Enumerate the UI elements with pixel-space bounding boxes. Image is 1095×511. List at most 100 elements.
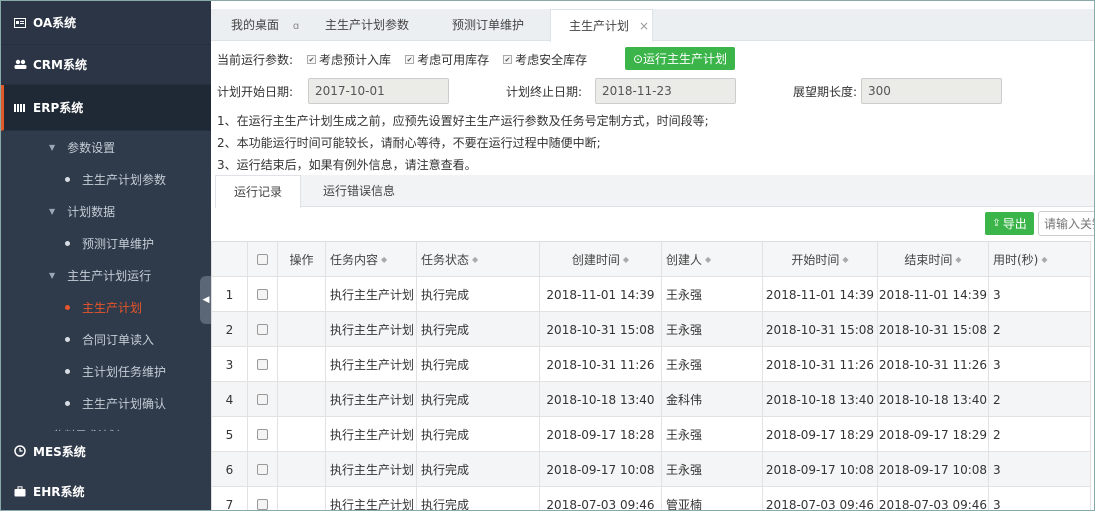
row-checkbox[interactable] — [248, 277, 278, 312]
note-line: 2、本功能运行时间可能较长，请耐心等待，不要在运行过程中随便中断; — [217, 136, 601, 150]
sidebar-item-label: MES系统 — [33, 444, 86, 459]
cell-status: 执行完成 — [417, 452, 540, 487]
table-row[interactable]: 4 执行主生产计划 执行完成 2018-10-18 13:40 金科伟 2018-10-1… — [212, 382, 1091, 417]
cell-creator: 王永强 — [662, 452, 763, 487]
table-row[interactable]: 5 执行主生产计划 执行完成 2018-09-17 18:28 王永强 2018-09-1… — [212, 417, 1091, 452]
bullet-icon — [65, 336, 70, 342]
table-row[interactable]: 1 执行主生产计划 执行完成 2018-11-01 14:39 王永强 2018-11-0… — [212, 277, 1091, 312]
sidebar-item-master-task[interactable]: 主计划任务维护 — [1, 355, 211, 387]
checkbox-safety-stock[interactable]: ✔ 考虑安全库存 — [503, 51, 587, 68]
horizon-field[interactable]: 300 — [861, 78, 1002, 104]
bullet-icon — [65, 240, 70, 246]
header-duration[interactable]: 用时(秒) ◆ — [989, 242, 1091, 277]
tab-bar: 我的桌面 ɑ 主生产计划参数 预测订单维护 主生产计划 × — [211, 9, 1094, 42]
refresh-icon[interactable]: ɑ — [293, 21, 299, 32]
row-checkbox[interactable] — [248, 417, 278, 452]
table-row[interactable]: 2 执行主生产计划 执行完成 2018-10-31 15:08 王永强 2018-10-3… — [212, 312, 1091, 347]
tab-mps[interactable]: 主生产计划 × — [550, 9, 653, 42]
bullet-icon — [65, 400, 70, 406]
sidebar-item-ehr[interactable]: EHR系统 — [1, 471, 211, 510]
run-log-table: 操作 任务内容 ◆ 任务状态 ◆ 创建时间 ◆ 创建人 ◆ 开始时间 ◆ 结束时间 ◆ 用时… — [211, 241, 1091, 510]
row-checkbox[interactable] — [248, 347, 278, 382]
checkbox-icon — [257, 394, 268, 405]
table-row[interactable]: 7 执行主生产计划 执行完成 2018-07-03 09:46 管亚楠 2018-07-0… — [212, 487, 1091, 510]
sidebar-item-mps[interactable]: 主生产计划 — [1, 291, 211, 323]
tab-label: 我的桌面 — [231, 18, 280, 32]
checkbox-icon — [257, 289, 268, 300]
sidebar-item-label: 主生产计划参数 — [82, 172, 167, 187]
sidebar-item-crm[interactable]: CRM系统 — [1, 45, 211, 85]
header-created[interactable]: 创建时间 ◆ — [540, 242, 662, 277]
tab-my-desktop[interactable]: 我的桌面 ɑ — [231, 9, 299, 41]
sidebar-item-oa[interactable]: OA系统 — [1, 1, 211, 45]
select-all-checkbox[interactable] — [248, 242, 278, 277]
row-checkbox[interactable] — [248, 312, 278, 347]
cell-created: 2018-09-17 18:28 — [540, 417, 662, 452]
clock-icon — [13, 445, 27, 457]
sidebar-item-erp[interactable]: ERP系统 — [1, 85, 211, 131]
tab-mps-params[interactable]: 主生产计划参数 — [325, 9, 409, 41]
cell-creator: 王永强 — [662, 277, 763, 312]
cell-created: 2018-10-31 11:26 — [540, 347, 662, 382]
checkbox-available-stock[interactable]: ✔ 考虑可用库存 — [405, 51, 489, 68]
export-button[interactable]: ⇪ 导出 — [985, 212, 1034, 235]
row-operation — [278, 417, 326, 452]
cell-content: 执行主生产计划 — [326, 347, 417, 382]
cell-start: 2018-10-18 13:40 — [763, 382, 878, 417]
row-checkbox[interactable] — [248, 487, 278, 510]
search-input[interactable] — [1038, 211, 1094, 236]
header-content[interactable]: 任务内容 ◆ — [326, 242, 417, 277]
sidebar-group-mps-run[interactable]: ▼ 主生产计划运行 — [1, 259, 211, 291]
sidebar-item-mes[interactable]: MES系统 — [1, 431, 211, 471]
bullet-icon — [65, 368, 70, 374]
table-row[interactable]: 6 执行主生产计划 执行完成 2018-09-17 10:08 王永强 2018-09-1… — [212, 452, 1091, 487]
cell-duration: 3 — [989, 277, 1091, 312]
checkbox-icon — [257, 429, 268, 440]
cell-start: 2018-09-17 10:08 — [763, 452, 878, 487]
row-number-header — [212, 242, 248, 277]
sidebar-item-label: 主生产计划 — [82, 300, 143, 315]
row-checkbox[interactable] — [248, 382, 278, 417]
sidebar-item-mps-params[interactable]: 主生产计划参数 — [1, 163, 211, 195]
cell-duration: 3 — [989, 452, 1091, 487]
cell-status: 执行完成 — [417, 277, 540, 312]
cell-start: 2018-10-31 11:26 — [763, 347, 878, 382]
header-end[interactable]: 结束时间 ◆ — [878, 242, 989, 277]
sidebar: OA系统 CRM系统 ERP系统 ▼ 参数设置 主生产计划参数 ▼ 计划数据 预测订… — [1, 1, 211, 510]
checkbox-label: 考虑可用库存 — [417, 52, 490, 67]
cell-status: 执行完成 — [417, 347, 540, 382]
bullet-icon — [65, 176, 70, 182]
header-start[interactable]: 开始时间 ◆ — [763, 242, 878, 277]
header-status[interactable]: 任务状态 ◆ — [417, 242, 540, 277]
sort-icon: ◆ — [1041, 255, 1048, 264]
cell-duration: 2 — [989, 382, 1091, 417]
end-date-label: 计划终止日期: — [506, 84, 583, 99]
sidebar-item-mps-confirm[interactable]: 主生产计划确认 — [1, 387, 211, 419]
cell-end: 2018-09-17 10:08 — [878, 452, 989, 487]
sidebar-item-forecast-orders[interactable]: 预测订单维护 — [1, 227, 211, 259]
checkbox-expected-receipts[interactable]: ✔ 考虑预计入库 — [307, 51, 391, 68]
end-date-field[interactable]: 2018-11-23 — [595, 78, 736, 104]
tab-run-log[interactable]: 运行记录 — [215, 175, 302, 208]
tab-forecast-orders[interactable]: 预测订单维护 — [452, 9, 524, 41]
row-checkbox[interactable] — [248, 452, 278, 487]
table-row[interactable]: 3 执行主生产计划 执行完成 2018-10-31 11:26 王永强 2018-10-3… — [212, 347, 1091, 382]
sidebar-group-param-settings[interactable]: ▼ 参数设置 — [1, 131, 211, 163]
start-date-field[interactable]: 2017-10-01 — [308, 78, 449, 104]
sidebar-item-contract-import[interactable]: 合同订单读入 — [1, 323, 211, 355]
header-creator[interactable]: 创建人 ◆ — [662, 242, 763, 277]
cell-created: 2018-07-03 09:46 — [540, 487, 662, 510]
tab-run-errors[interactable]: 运行错误信息 — [305, 175, 413, 207]
sort-icon: ◆ — [381, 255, 388, 264]
tab-label: 预测订单维护 — [452, 18, 525, 32]
run-mps-button[interactable]: ⊙运行主生产计划 — [625, 47, 735, 70]
row-operation — [278, 347, 326, 382]
note-line: 3、运行结束后，如果有例外信息，请注意查看。 — [217, 158, 477, 172]
sidebar-item-label: 主计划任务维护 — [82, 364, 167, 379]
sidebar-group-label: 计划数据 — [67, 204, 116, 219]
sidebar-collapse-handle[interactable]: ◀ — [200, 276, 211, 324]
close-icon[interactable]: × — [639, 19, 649, 33]
sidebar-group-plan-data[interactable]: ▼ 计划数据 — [1, 195, 211, 227]
row-operation — [278, 277, 326, 312]
table-header: 操作 任务内容 ◆ 任务状态 ◆ 创建时间 ◆ 创建人 ◆ 开始时间 ◆ 结束时间 ◆ 用时… — [212, 242, 1091, 277]
